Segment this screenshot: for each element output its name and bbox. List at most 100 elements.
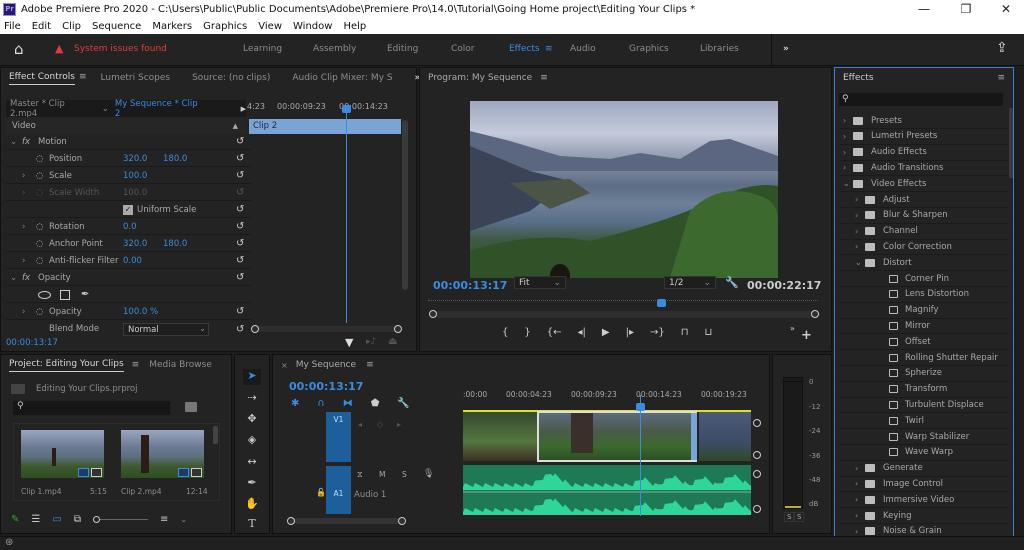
mark-in-button[interactable]: { — [502, 327, 508, 343]
effects-tree-item[interactable]: Spherize — [839, 366, 1009, 382]
ellipse-mask-icon[interactable] — [38, 290, 51, 299]
zoom-handle-left[interactable] — [251, 325, 259, 333]
workspace-assembly[interactable]: Assembly — [313, 44, 356, 54]
opacity-group-row[interactable]: ⌄ fx Opacity ↺ — [6, 270, 251, 286]
bin-up-icon[interactable] — [11, 384, 25, 394]
menu-sequence[interactable]: Sequence — [92, 21, 141, 32]
stopwatch-icon[interactable]: ◌ — [36, 256, 43, 266]
menu-edit[interactable]: Edit — [32, 21, 51, 32]
effects-scrollbar[interactable] — [1009, 108, 1013, 178]
menu-window[interactable]: Window — [293, 21, 332, 32]
menu-view[interactable]: View — [258, 21, 282, 32]
lock-icon[interactable]: 🔓 — [316, 488, 326, 497]
ec-zoom-scrollbar[interactable] — [251, 326, 401, 332]
chevron-right-icon[interactable]: › — [22, 307, 25, 317]
chevron-down-icon[interactable]: ⌄ — [102, 104, 109, 114]
step-back-button[interactable]: ◂| — [578, 327, 586, 343]
effects-search-input[interactable]: ⚲ — [839, 93, 1003, 106]
slip-tool-icon[interactable]: ↔ — [243, 455, 261, 471]
effects-tree-item[interactable]: Corner Pin — [839, 271, 1009, 287]
chevron-right-icon[interactable]: › — [855, 227, 865, 236]
chevron-right-icon[interactable]: › — [22, 222, 25, 232]
tab-effect-controls[interactable]: Effect Controls — [9, 72, 75, 85]
a1-track-target[interactable]: A1 — [326, 466, 351, 514]
mark-out-button[interactable]: } — [524, 327, 530, 343]
effects-tree-item[interactable]: Warp Stabilizer — [839, 429, 1009, 445]
tab-project[interactable]: Project: Editing Your Clips — [9, 359, 124, 372]
track-height-handle[interactable] — [753, 419, 761, 427]
effects-tree-item[interactable]: ⌄ Distort — [839, 255, 1009, 272]
effects-tree-item[interactable]: Rolling Shutter Repair — [839, 350, 1009, 366]
close-icon[interactable]: × — [281, 361, 288, 370]
freeform-view-icon[interactable]: ⧉ — [74, 514, 81, 525]
rotation-value[interactable]: 0.0 — [123, 222, 137, 232]
chevron-right-icon[interactable]: › — [855, 495, 865, 504]
panel-menu-icon[interactable]: ≡ — [132, 360, 140, 370]
ec-timecode[interactable]: 00:00:13:17 — [6, 338, 58, 348]
effects-tree-item[interactable]: › Generate — [839, 461, 1009, 477]
reset-icon[interactable]: ↺ — [236, 221, 244, 232]
zoom-handle-right[interactable] — [811, 310, 819, 318]
restore-button[interactable]: ❐ — [946, 0, 986, 18]
timeline-title[interactable]: My Sequence — [296, 360, 356, 370]
rectangle-mask-icon[interactable] — [60, 289, 70, 300]
effects-tree-item[interactable]: › Color Correction — [839, 239, 1009, 256]
zoom-handle-left[interactable] — [287, 517, 295, 525]
settings-wrench-icon[interactable]: 🔧 — [725, 276, 739, 289]
ec-ruler[interactable]: 4:23 00:00:09:23 00:00:14:23 — [247, 102, 407, 116]
position-x-value[interactable]: 320.0 — [123, 154, 147, 164]
pencil-icon[interactable]: ✎ — [11, 514, 19, 525]
effects-tree-item[interactable]: ⌄ Video Effects — [839, 176, 1009, 193]
effects-tree-item[interactable]: Wave Warp — [839, 445, 1009, 461]
chevron-right-icon[interactable]: › — [855, 464, 865, 473]
panel-menu-icon[interactable]: ≡ — [540, 73, 548, 83]
menu-help[interactable]: Help — [343, 21, 366, 32]
panel-menu-icon[interactable]: ≡ — [366, 360, 374, 370]
system-issues-link[interactable]: System issues found — [74, 44, 167, 54]
lift-icon[interactable]: ⊓ — [681, 327, 689, 343]
zoom-handle-right[interactable] — [394, 325, 402, 333]
track-height-handle[interactable] — [753, 451, 761, 459]
chevron-right-icon[interactable]: › — [22, 171, 25, 181]
reset-icon[interactable]: ↺ — [236, 324, 244, 335]
chevron-right-icon[interactable]: › — [855, 527, 865, 536]
reset-icon[interactable]: ↺ — [236, 272, 244, 283]
pen-tool-icon[interactable]: ✒ — [243, 476, 261, 492]
solo-right-button[interactable]: S — [794, 512, 805, 522]
tab-audio-clip-mixer[interactable]: Audio Clip Mixer: My S — [292, 73, 392, 83]
clip1-thumbnail[interactable] — [21, 430, 104, 478]
program-video-frame[interactable] — [470, 101, 778, 278]
workspace-editing[interactable]: Editing — [387, 44, 418, 54]
tab-lumetri-scopes[interactable]: Lumetri Scopes — [101, 73, 171, 83]
timeline-zoom-scrollbar[interactable] — [289, 518, 404, 524]
go-to-out-button[interactable]: →} — [650, 327, 665, 343]
program-ruler[interactable] — [428, 300, 818, 306]
effects-tree-item[interactable]: › Blur & Sharpen — [839, 208, 1009, 224]
chevron-down-icon[interactable]: ⌄ — [180, 515, 187, 524]
reset-icon[interactable]: ↺ — [236, 238, 244, 249]
panel-menu-icon[interactable]: ≡ — [79, 72, 87, 82]
ripple-edit-tool-icon[interactable]: ✥ — [243, 412, 261, 428]
workspace-audio[interactable]: Audio — [570, 44, 596, 54]
effects-tree-item[interactable]: › Image Control — [839, 476, 1009, 493]
minimize-button[interactable]: — — [904, 0, 944, 18]
track-height-handle[interactable] — [753, 505, 761, 513]
stopwatch-icon[interactable]: ◌ — [36, 154, 43, 164]
add-marker-icon[interactable]: ⬟ — [371, 398, 380, 412]
creative-cloud-icon[interactable]: ⊛ — [5, 537, 13, 548]
program-playhead[interactable] — [657, 299, 666, 307]
master-clip-label[interactable]: Master * Clip 2.mp4 — [10, 99, 92, 119]
timeline-playhead[interactable] — [636, 403, 645, 411]
chevron-down-icon[interactable]: ⌄ — [855, 258, 865, 267]
playhead-handle[interactable] — [342, 105, 351, 113]
chevron-right-icon[interactable]: › — [855, 479, 865, 488]
anchor-y-value[interactable]: 180.0 — [163, 239, 187, 249]
menu-file[interactable]: File — [4, 21, 21, 32]
stopwatch-icon[interactable]: ◌ — [36, 239, 43, 249]
play-icon[interactable]: ▶ — [241, 105, 246, 113]
collapse-icon[interactable]: ▲ — [233, 122, 238, 130]
razor-tool-icon[interactable]: ◈ — [243, 433, 261, 449]
sync-lock-icon[interactable]: ⧖ — [357, 470, 363, 480]
effects-tree-item[interactable]: › Keying — [839, 508, 1009, 524]
blend-mode-select[interactable]: Normal — [123, 322, 209, 336]
